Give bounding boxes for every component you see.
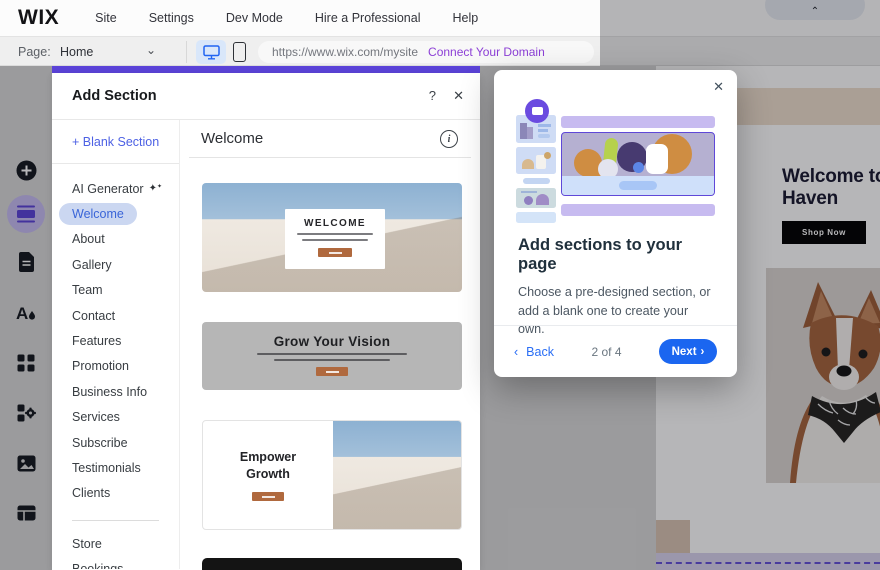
next-button[interactable]: Next › [659, 339, 717, 364]
divider [72, 520, 159, 522]
panel-header: Add Section ? ✕ [52, 73, 480, 120]
page-label: Page: [18, 45, 51, 59]
modal-footer: ‹ Back 2 of 4 Next › [494, 325, 737, 377]
panel-title: Add Section [72, 88, 157, 104]
help-icon[interactable]: ? [429, 88, 436, 103]
template-button [318, 248, 352, 257]
template-button [316, 367, 348, 376]
preview-button-strip [562, 176, 714, 195]
desktop-view-button[interactable] [196, 40, 226, 64]
category-team[interactable]: Team [52, 278, 179, 303]
blank-section-button[interactable]: + Blank Section [52, 120, 179, 164]
placeholder-text-line [297, 233, 373, 235]
template-text-box: WELCOME [285, 209, 385, 269]
site-url: https://www.wix.com/mysite [272, 45, 419, 59]
category-bookings[interactable]: Bookings [52, 556, 179, 569]
thumbnail [516, 147, 556, 174]
section-template-card-grow-your-vision[interactable]: Grow Your Vision [202, 322, 462, 390]
info-icon[interactable]: i [440, 130, 458, 148]
category-testimonials[interactable]: Testimonials [52, 455, 179, 480]
placeholder-text-line [302, 239, 368, 241]
divider [186, 41, 187, 63]
category-about[interactable]: About [52, 227, 179, 252]
thumbnail-pill [523, 178, 550, 184]
step-indicator: 2 of 4 [591, 344, 622, 359]
menu-dev-mode[interactable]: Dev Mode [226, 11, 283, 25]
category-promotion[interactable]: Promotion [52, 354, 179, 379]
close-icon[interactable]: ✕ [713, 79, 724, 95]
chevron-right-icon: › [700, 345, 705, 358]
category-gallery[interactable]: Gallery [52, 252, 179, 277]
connect-your-domain-link[interactable]: Connect Your Domain [428, 45, 545, 59]
template-title: Empower Growth [239, 449, 297, 481]
sparkle-icon: ✦✦ [148, 183, 162, 195]
mobile-view-button[interactable] [233, 42, 246, 62]
category-features[interactable]: Features [52, 328, 179, 353]
thumbnail [516, 188, 556, 208]
section-template-card-welcome[interactable]: WELCOME [202, 183, 462, 292]
panel-accent-bar [52, 66, 480, 73]
selected-section-preview [561, 132, 715, 196]
template-title: Grow Your Vision [273, 334, 391, 349]
category-business-info[interactable]: Business Info [52, 379, 179, 404]
layout-bar [561, 204, 715, 216]
desktop-icon [202, 44, 220, 59]
dim-overlay [0, 66, 52, 570]
close-icon[interactable]: ✕ [453, 88, 464, 104]
modal-title: Add sections to your page [518, 236, 683, 273]
section-template-card-empower-growth[interactable]: Empower Growth [202, 420, 462, 530]
section-badge-icon [525, 99, 549, 123]
placeholder-text-line [257, 353, 407, 355]
category-store[interactable]: Store [52, 531, 179, 556]
wix-editor-window: WIX Site Settings Dev Mode Hire a Profes… [0, 0, 880, 570]
page-name[interactable]: Home [60, 45, 93, 59]
dim-overlay [600, 0, 880, 66]
template-button [252, 492, 284, 502]
url-bar[interactable]: https://www.wix.com/mysite Connect Your … [258, 41, 594, 63]
category-welcome[interactable]: Welcome [52, 201, 179, 226]
layout-bar [561, 116, 715, 128]
preview-title: Welcome [201, 130, 264, 147]
menu-help[interactable]: Help [452, 11, 478, 25]
chevron-left-icon: ‹ [514, 344, 519, 359]
category-subscribe[interactable]: Subscribe [52, 430, 179, 455]
back-button[interactable]: ‹ Back [514, 345, 554, 359]
section-preview-column: Welcome i WELCOME Grow Your Vision Empow… [180, 120, 480, 570]
thumbnail-bar [516, 212, 556, 223]
chevron-down-icon[interactable]: ⌄ [146, 43, 156, 57]
menu-hire-a-professional[interactable]: Hire a Professional [315, 11, 421, 25]
category-services[interactable]: Services [52, 405, 179, 430]
category-ai-generator[interactable]: AI Generator ✦✦ [52, 176, 179, 201]
top-menu: Site Settings Dev Mode Hire a Profession… [95, 11, 478, 25]
section-template-card-dark[interactable] [202, 558, 462, 570]
template-image [333, 421, 461, 529]
template-title: WELCOME [303, 218, 367, 229]
menu-site[interactable]: Site [95, 11, 117, 25]
add-sections-tour-modal: ✕ Add sections to your page Choose a pre… [494, 70, 737, 377]
category-clients[interactable]: Clients [52, 481, 179, 506]
category-list: + Blank Section AI Generator ✦✦ Welcome … [52, 120, 180, 569]
menu-settings[interactable]: Settings [149, 11, 194, 25]
placeholder-text-line [274, 359, 390, 361]
add-section-panel: Add Section ? ✕ + Blank Section AI Gener… [52, 73, 480, 570]
category-contact[interactable]: Contact [52, 303, 179, 328]
modal-illustration [516, 99, 715, 224]
wix-logo[interactable]: WIX [18, 6, 59, 30]
preview-header: Welcome i [189, 120, 471, 158]
template-text-box: Empower Growth [203, 421, 333, 529]
